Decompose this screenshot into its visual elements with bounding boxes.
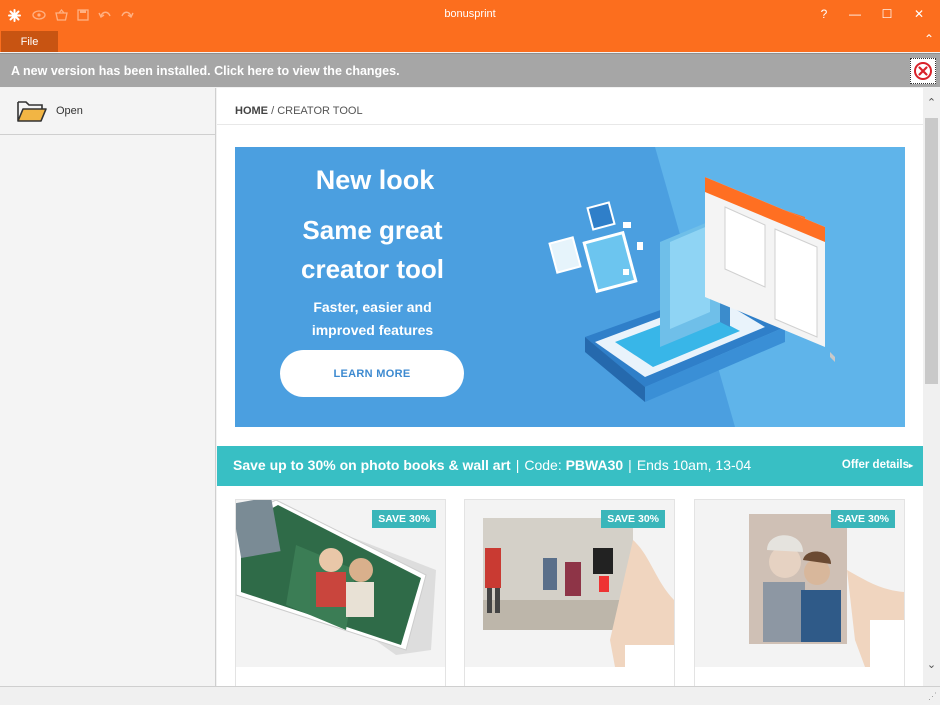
menu-bar: File ⌃ — [0, 30, 940, 52]
hero-body-line2: improved features — [311, 322, 434, 338]
breadcrumb: HOME / CREATOR TOOL — [235, 105, 363, 117]
sidebar: Open — [0, 88, 216, 686]
hero-subheadline: Same great creator tool — [235, 211, 510, 289]
offer-details-link[interactable]: Offer details▸ — [842, 459, 913, 471]
product-card-wall-art[interactable]: SAVE 30% — [694, 499, 905, 686]
update-notification-text[interactable]: A new version has been installed. Click … — [11, 64, 400, 78]
offer-details-arrow-icon: ▸ — [908, 461, 913, 470]
close-circle-icon — [914, 62, 932, 80]
promo-banner[interactable]: Save up to 30% on photo books & wall art… — [217, 446, 923, 486]
close-button[interactable]: ✕ — [907, 4, 931, 24]
notification-close-button[interactable] — [910, 58, 936, 84]
breadcrumb-current: CREATOR TOOL — [277, 105, 363, 117]
scroll-up-arrow-icon[interactable]: ⌃ — [923, 96, 940, 109]
learn-more-button[interactable]: LEARN MORE — [280, 350, 464, 397]
promo-offer-text: Save up to 30% on photo books & wall art — [233, 457, 511, 473]
window-title: bonusprint — [444, 8, 496, 20]
save-badge: SAVE 30% — [372, 510, 436, 528]
hero-subheadline-line1: Same great — [302, 215, 443, 245]
scrollbar-thumb[interactable] — [925, 118, 938, 384]
title-bar: bonusprint ? — ☐ ✕ — [0, 0, 940, 30]
card-footer — [695, 667, 904, 686]
help-button[interactable]: ? — [812, 4, 836, 24]
update-notification-bar[interactable]: A new version has been installed. Click … — [0, 53, 940, 87]
promo-code: PBWA30 — [565, 457, 624, 473]
hero-body-line1: Faster, easier and — [313, 299, 432, 315]
offer-details-label: Offer details — [841, 459, 909, 471]
card-footer — [465, 667, 674, 686]
breadcrumb-separator: / — [271, 105, 275, 117]
promo-text: Save up to 30% on photo books & wall art… — [233, 457, 751, 473]
save-badge: SAVE 30% — [601, 510, 665, 528]
open-project-button[interactable]: Open — [0, 88, 216, 135]
creator-tool-illustration — [548, 147, 905, 427]
product-card-canvas[interactable]: SAVE 30% — [464, 499, 675, 686]
main-content: HOME / CREATOR TOOL New look Same great … — [217, 88, 923, 686]
hero-body: Faster, easier and improved features — [235, 296, 510, 342]
hero-banner[interactable]: New look Same great creator tool Faster,… — [235, 147, 905, 427]
folder-open-icon — [16, 98, 48, 129]
card-footer — [236, 667, 445, 686]
scroll-down-arrow-icon[interactable]: ⌄ — [923, 658, 940, 671]
status-bar: ⋰ — [0, 686, 940, 705]
content-scrollbar[interactable]: ⌃ ⌄ — [923, 88, 940, 686]
breadcrumb-home-link[interactable]: HOME — [235, 105, 268, 117]
promo-code-prefix: Code: — [524, 457, 562, 473]
file-menu-tab[interactable]: File — [1, 31, 58, 52]
minimize-button[interactable]: — — [843, 4, 867, 24]
resize-grip-icon[interactable]: ⋰ — [928, 691, 937, 702]
promo-separator-2: | — [628, 457, 632, 473]
open-label: Open — [56, 105, 83, 117]
collapse-ribbon-button[interactable]: ⌃ — [924, 32, 934, 46]
breadcrumb-divider — [217, 124, 923, 125]
save-badge: SAVE 30% — [831, 510, 895, 528]
promo-separator: | — [515, 457, 520, 473]
hero-headline: New look — [315, 165, 435, 195]
product-card-photo-book[interactable]: SAVE 30% — [235, 499, 446, 686]
maximize-button[interactable]: ☐ — [875, 4, 899, 24]
promo-ends: Ends 10am, 13-04 — [636, 457, 752, 473]
hero-subheadline-line2: creator tool — [300, 254, 445, 284]
